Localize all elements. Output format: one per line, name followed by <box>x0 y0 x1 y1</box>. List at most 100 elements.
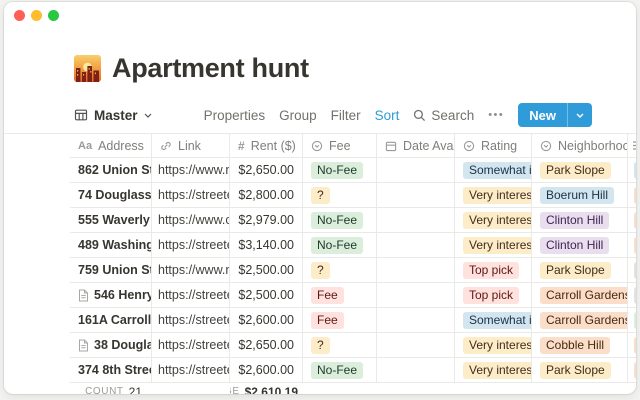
group-button[interactable]: Group <box>279 108 317 123</box>
neighborhood-cell[interactable]: Clinton Hill <box>532 208 628 233</box>
link-cell[interactable]: https://streetea <box>152 283 230 308</box>
neighborhood-cell[interactable]: Park Slope <box>532 258 628 283</box>
address-cell[interactable]: 862 Union Stre <box>70 158 152 183</box>
table-row[interactable]: 555 Waverly A https://www.cit $2,979.00 … <box>4 208 636 233</box>
address-cell[interactable]: 555 Waverly A <box>70 208 152 233</box>
rating-cell[interactable]: Very intereste <box>455 233 532 258</box>
date-available-cell[interactable] <box>377 183 455 208</box>
address-cell[interactable]: 74 Douglass St <box>70 183 152 208</box>
more-options-button[interactable]: ••• <box>488 109 504 121</box>
properties-button[interactable]: Properties <box>204 108 266 123</box>
link-cell[interactable]: https://streetea <box>152 308 230 333</box>
average-calc[interactable]: AVERAGE $2,610.19 <box>230 383 303 394</box>
minimize-window-button[interactable] <box>31 10 42 21</box>
fee-cell[interactable]: ? <box>303 333 377 358</box>
table-row[interactable]: 759 Union Stre https://www.na $2,500.00 … <box>4 258 636 283</box>
date-available-cell[interactable] <box>377 233 455 258</box>
clipped-cell[interactable] <box>628 333 636 358</box>
rating-cell[interactable]: Very intereste <box>455 333 532 358</box>
neighborhood-cell[interactable]: Park Slope <box>532 158 628 183</box>
neighborhood-cell[interactable]: Carroll Gardens <box>532 283 628 308</box>
filter-button[interactable]: Filter <box>331 108 361 123</box>
column-header-link[interactable]: Link <box>152 133 230 158</box>
date-available-cell[interactable] <box>377 358 455 383</box>
date-available-cell[interactable] <box>377 158 455 183</box>
fee-cell[interactable]: No-Fee <box>303 233 377 258</box>
close-window-button[interactable] <box>14 10 25 21</box>
fee-cell[interactable]: No-Fee <box>303 208 377 233</box>
link-cell[interactable]: https://streetea <box>152 358 230 383</box>
rating-cell[interactable]: Very intereste <box>455 358 532 383</box>
table-row[interactable]: 74 Douglass St https://streetea $2,800.0… <box>4 183 636 208</box>
clipped-cell[interactable] <box>628 183 636 208</box>
clipped-cell[interactable] <box>628 233 636 258</box>
address-cell[interactable]: 38 Douglas <box>70 333 152 358</box>
rent-cell[interactable]: $2,600.00 <box>230 358 303 383</box>
address-cell[interactable]: 546 Henry <box>70 283 152 308</box>
rent-cell[interactable]: $2,979.00 <box>230 208 303 233</box>
column-header-rent[interactable]: # Rent ($) <box>230 133 303 158</box>
rating-cell[interactable]: Very intereste <box>455 183 532 208</box>
fee-cell[interactable]: Fee <box>303 283 377 308</box>
rent-cell[interactable]: $2,500.00 <box>230 258 303 283</box>
clipped-cell[interactable] <box>628 208 636 233</box>
address-cell[interactable]: 489 Washingt <box>70 233 152 258</box>
table-row[interactable]: 862 Union Stre https://www.na $2,650.00 … <box>4 158 636 183</box>
zoom-window-button[interactable] <box>48 10 59 21</box>
link-cell[interactable]: https://streetea <box>152 333 230 358</box>
neighborhood-cell[interactable]: Boerum Hill <box>532 183 628 208</box>
neighborhood-cell[interactable]: Carroll Gardens <box>532 308 628 333</box>
rating-cell[interactable]: Somewhat inte <box>455 308 532 333</box>
link-cell[interactable]: https://streetea <box>152 183 230 208</box>
table-row[interactable]: 546 Henry https://streetea $2,500.00 Fee… <box>4 283 636 308</box>
rating-cell[interactable]: Top pick <box>455 283 532 308</box>
date-available-cell[interactable] <box>377 283 455 308</box>
count-calc[interactable]: COUNT 21 <box>70 383 152 394</box>
new-button[interactable]: New <box>518 103 592 127</box>
new-button-chevron-down-icon[interactable] <box>568 113 592 118</box>
neighborhood-cell[interactable]: Cobble Hill <box>532 333 628 358</box>
clipped-cell[interactable] <box>628 283 636 308</box>
link-cell[interactable]: https://streetea <box>152 233 230 258</box>
neighborhood-cell[interactable]: Clinton Hill <box>532 233 628 258</box>
fee-cell[interactable]: No-Fee <box>303 358 377 383</box>
view-switcher[interactable]: Master <box>74 108 152 123</box>
date-available-cell[interactable] <box>377 308 455 333</box>
column-header-fee[interactable]: Fee <box>303 133 377 158</box>
date-available-cell[interactable] <box>377 258 455 283</box>
link-cell[interactable]: https://www.na <box>152 158 230 183</box>
date-available-cell[interactable] <box>377 208 455 233</box>
sort-button[interactable]: Sort <box>375 108 400 123</box>
rent-cell[interactable]: $2,650.00 <box>230 158 303 183</box>
link-cell[interactable]: https://www.cit <box>152 208 230 233</box>
link-cell[interactable]: https://www.na <box>152 258 230 283</box>
column-header-date-available[interactable]: Date Ava... <box>377 133 455 158</box>
table-row[interactable]: 374 8th Street https://streetea $2,600.0… <box>4 358 636 383</box>
fee-cell[interactable]: ? <box>303 258 377 283</box>
fee-cell[interactable]: ? <box>303 183 377 208</box>
address-cell[interactable]: 759 Union Stre <box>70 258 152 283</box>
column-header-rating[interactable]: Rating <box>455 133 532 158</box>
search-button[interactable]: Search <box>413 108 474 123</box>
clipped-cell[interactable] <box>628 158 636 183</box>
column-header-clipped[interactable] <box>628 133 636 158</box>
rent-cell[interactable]: $2,650.00 <box>230 333 303 358</box>
neighborhood-cell[interactable]: Park Slope <box>532 358 628 383</box>
clipped-cell[interactable] <box>628 308 636 333</box>
rating-cell[interactable]: Top pick <box>455 258 532 283</box>
rent-cell[interactable]: $2,800.00 <box>230 183 303 208</box>
rating-cell[interactable]: Very intereste <box>455 208 532 233</box>
fee-cell[interactable]: Fee <box>303 308 377 333</box>
rating-cell[interactable]: Somewhat inte <box>455 158 532 183</box>
address-cell[interactable]: 374 8th Street <box>70 358 152 383</box>
fee-cell[interactable]: No-Fee <box>303 158 377 183</box>
column-header-neighborhood[interactable]: Neighborhood <box>532 133 628 158</box>
clipped-cell[interactable] <box>628 258 636 283</box>
rent-cell[interactable]: $3,140.00 <box>230 233 303 258</box>
rent-cell[interactable]: $2,500.00 <box>230 283 303 308</box>
address-cell[interactable]: 161A Carroll St <box>70 308 152 333</box>
sunset-city-emoji-icon[interactable] <box>74 55 101 82</box>
table-row[interactable]: 161A Carroll St https://streetea $2,600.… <box>4 308 636 333</box>
table-row[interactable]: 38 Douglas https://streetea $2,650.00 ? … <box>4 333 636 358</box>
clipped-cell[interactable] <box>628 358 636 383</box>
